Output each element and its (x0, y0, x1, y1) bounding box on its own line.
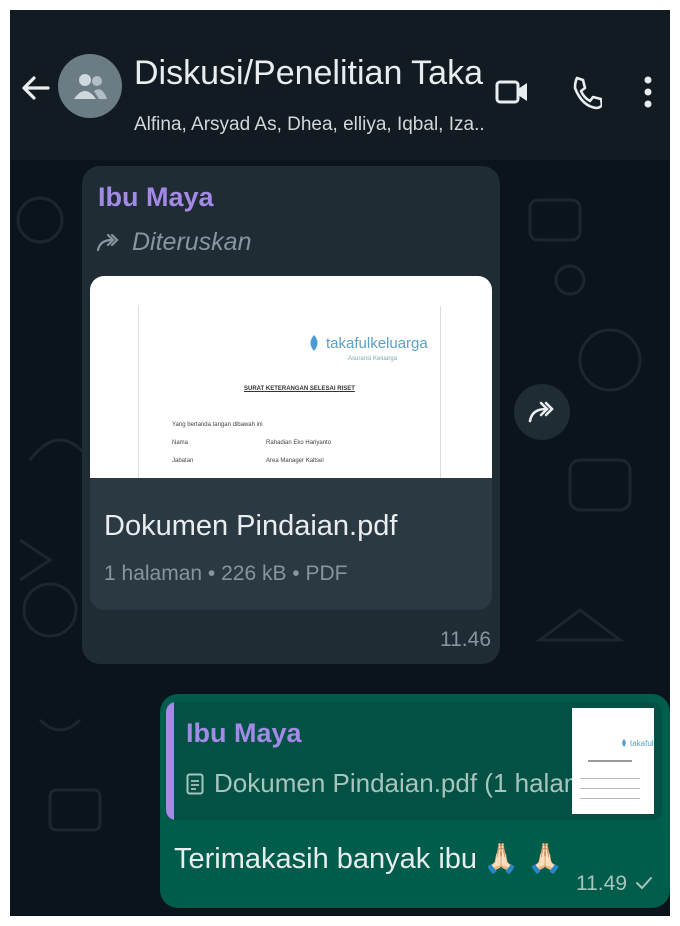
message-body: Terimakasih banyak ibu (174, 842, 478, 875)
quote-accent-bar (166, 702, 174, 820)
prayer-hands-emoji: 🙏🏻 🙏🏻 (483, 843, 564, 875)
chat-title[interactable]: Diskusi/Penelitian Taka... (134, 54, 484, 93)
quoted-document-thumbnail: takaful (572, 708, 654, 814)
quoted-document-name: Dokumen Pindaian.pdf (1 halaman) (214, 768, 624, 798)
preview-intro: Yang bertanda tangan dibawah ini (172, 422, 263, 428)
sender-name: Ibu Maya (98, 182, 214, 212)
forward-button[interactable] (514, 384, 570, 440)
chat-header: Diskusi/Penelitian Taka... Alfina, Arsya… (10, 10, 670, 160)
more-vert-icon[interactable] (642, 74, 654, 110)
message-time: 11.46 (440, 628, 491, 651)
forward-icon (528, 401, 554, 423)
preview-logo: takafulkeluarga (306, 334, 428, 352)
chat-members[interactable]: Alfina, Arsyad As, Dhea, elliya, Iqbal, … (134, 114, 484, 136)
document-name: Dokumen Pindaian.pdf (104, 510, 398, 542)
message-time-out: 11.49 (576, 872, 653, 896)
video-call-icon[interactable] (494, 74, 530, 110)
message-text: Terimakasih banyak ibu 🙏🏻 🙏🏻 (174, 842, 563, 876)
forwarded-label: Diteruskan (96, 228, 252, 257)
group-avatar-icon[interactable] (58, 54, 122, 118)
thumb-logo: takaful (630, 738, 654, 748)
preview-page-edge (440, 306, 441, 478)
thumb-line (580, 798, 640, 799)
preview-heading: SURAT KETERANGAN SELESAI RISET (244, 386, 355, 392)
takaful-logo-icon (622, 739, 626, 747)
document-preview[interactable]: takafulkeluarga Asuransi Keluarga SURAT … (90, 276, 492, 478)
voice-call-icon[interactable] (570, 74, 602, 110)
quoted-document: Dokumen Pindaian.pdf (1 halaman) (186, 768, 623, 799)
preview-field-value: Area Manager Kaltsel (266, 458, 324, 464)
document-meta: 1 halaman • 226 kB • PDF (104, 562, 348, 585)
document-icon (186, 773, 204, 794)
quoted-reply[interactable]: Ibu Maya Dokumen Pindaian.pdf (1 halaman… (166, 702, 662, 820)
thumb-line (580, 788, 640, 789)
message-time: 11.49 (576, 872, 627, 895)
preview-field-label: Nama (172, 440, 189, 446)
preview-field-value: Rahadian Eko Hariyanto (266, 440, 332, 446)
document-attachment[interactable]: takafulkeluarga Asuransi Keluarga SURAT … (90, 276, 492, 610)
quoted-sender: Ibu Maya (186, 718, 302, 748)
takaful-logo-icon (310, 335, 318, 351)
chat-window: Diskusi/Penelitian Taka... Alfina, Arsya… (10, 10, 670, 916)
thumb-line (580, 778, 640, 779)
thumb-line (588, 760, 632, 762)
preview-page-edge (138, 306, 139, 478)
back-arrow-icon[interactable] (20, 72, 52, 104)
forwarded-icon (96, 233, 119, 251)
forwarded-text: Diteruskan (132, 228, 252, 256)
single-check-icon (635, 877, 652, 890)
preview-field-label: Jabatan (172, 458, 194, 464)
preview-logo-sub: Asuransi Keluarga (348, 356, 398, 362)
